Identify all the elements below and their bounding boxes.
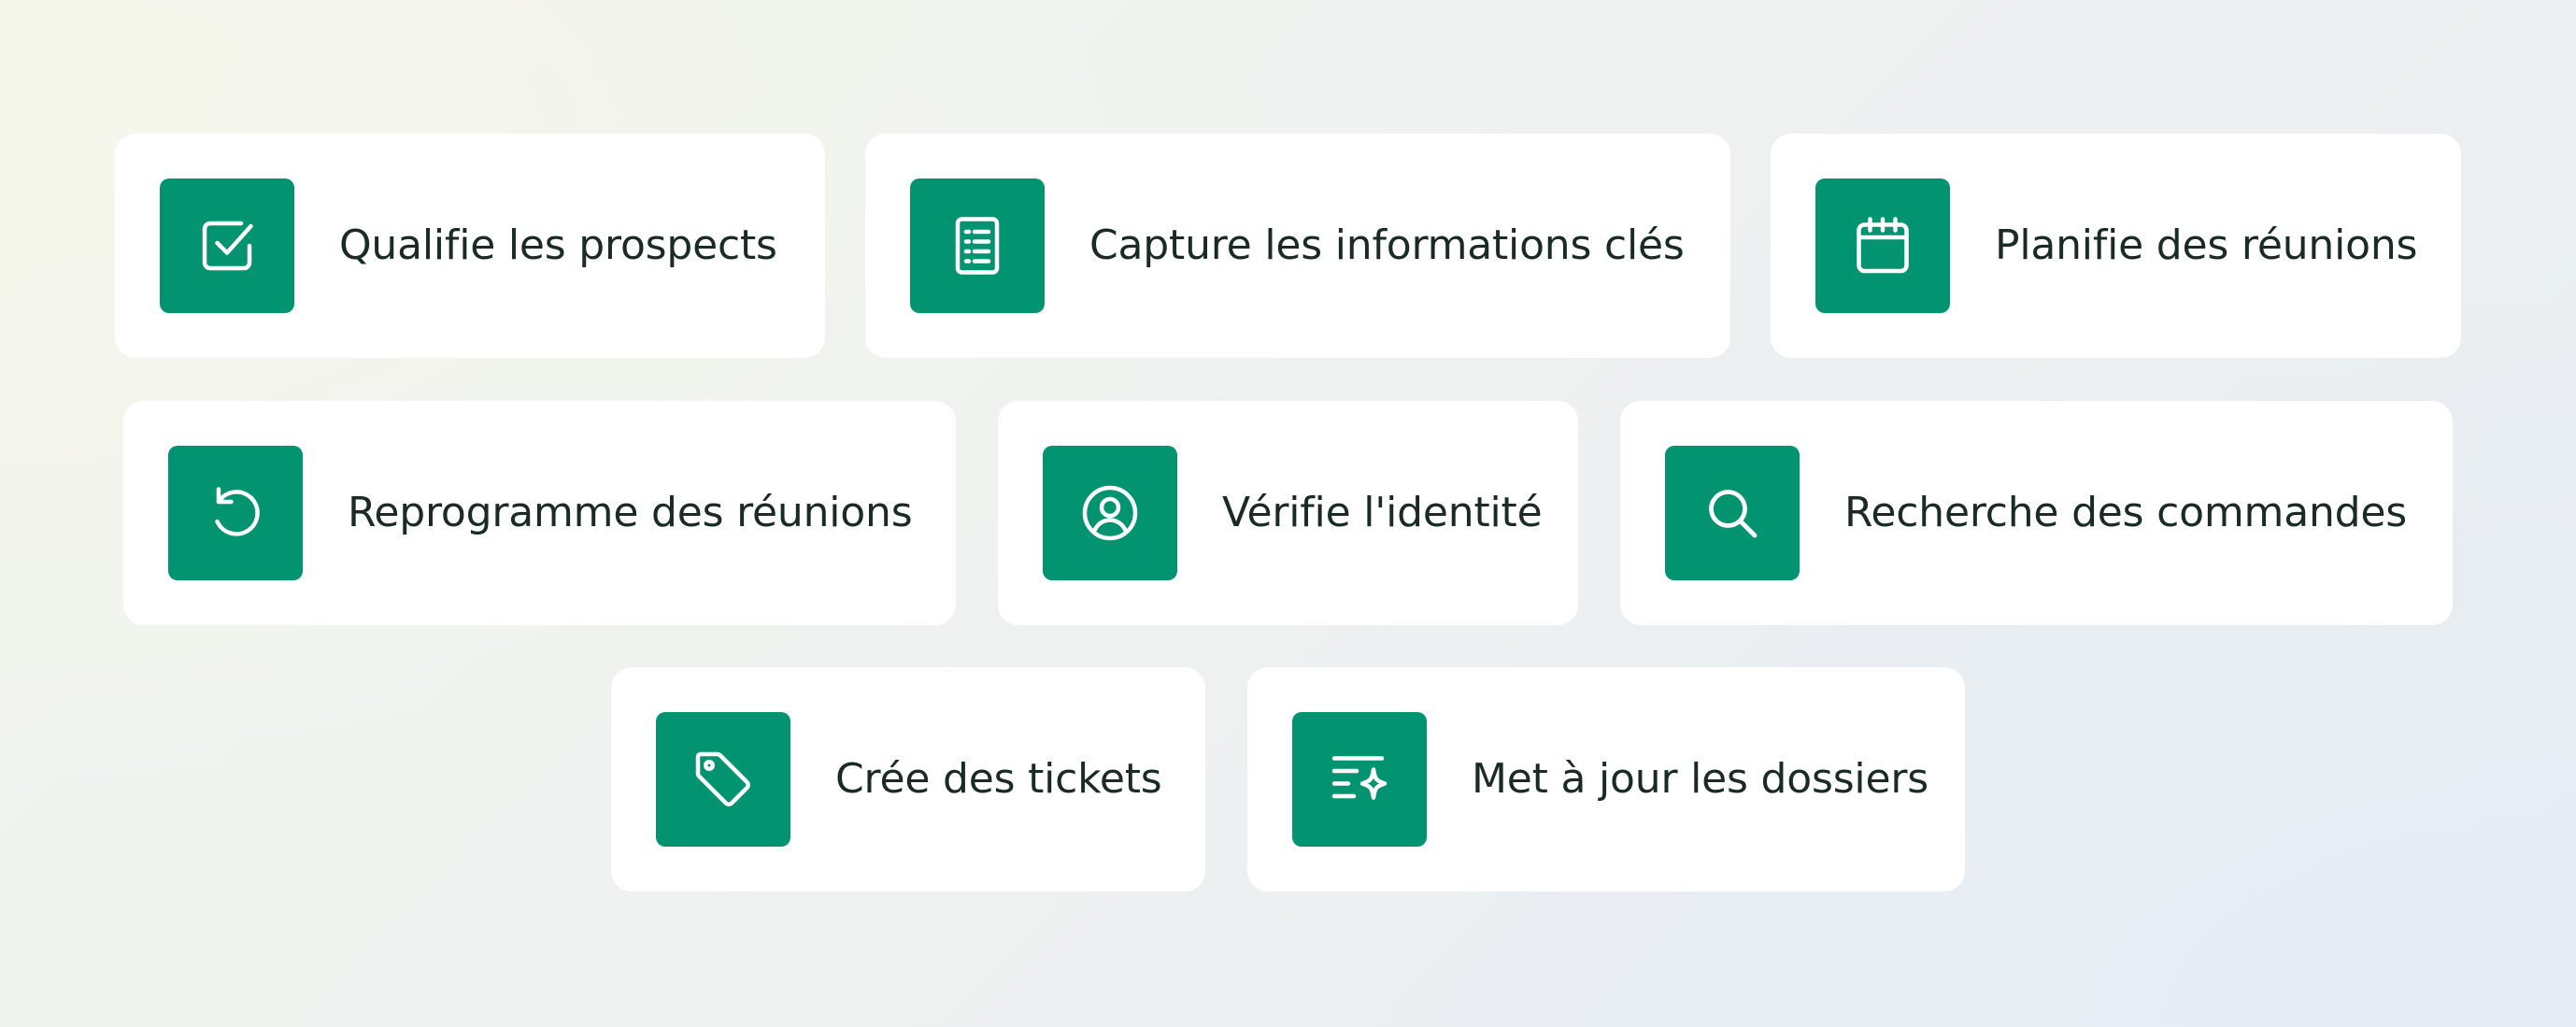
user-circle-icon [1082,485,1138,541]
tag-icon [695,751,750,806]
icon-tile [1043,446,1177,580]
feature-card-search-orders: Recherche des commandes [1620,401,2453,625]
icon-tile [1815,178,1950,313]
feature-label: Crée des tickets [835,755,1162,803]
icon-tile [168,446,303,580]
feature-card-qualify-prospects: Qualifie les prospects [115,134,825,358]
icon-tile [160,178,294,313]
checkbox-icon [202,221,253,271]
icon-tile [1665,446,1800,580]
feature-card-schedule-meetings: Planifie des réunions [1771,134,2461,358]
feature-label: Reprogramme des réunions [348,489,913,536]
feature-label: Planifie des réunions [1995,221,2418,269]
feature-card-create-tickets: Crée des tickets [611,667,1205,891]
calendar-icon [1857,217,1909,274]
document-list-icon [955,217,1000,275]
icon-tile [910,178,1045,313]
feature-card-reschedule-meetings: Reprogramme des réunions [123,401,956,625]
feature-label: Qualifie les prospects [339,221,777,269]
feature-card-capture-info: Capture les informations clés [865,134,1730,358]
icon-tile [656,712,790,847]
reschedule-arrow-icon [215,487,260,536]
feature-label: Vérifie l'identité [1222,489,1543,536]
feature-label: Recherche des commandes [1844,489,2407,536]
feature-label: Met à jour les dossiers [1472,755,1928,803]
feature-label: Capture les informations clés [1089,221,1685,269]
search-icon [1709,490,1758,538]
feature-card-verify-identity: Vérifie l'identité [998,401,1578,625]
feature-card-update-records: Met à jour les dossiers [1247,667,1965,891]
page: { "theme": { "accent": "#029370", "text"… [0,0,2576,1027]
icon-tile [1292,712,1427,847]
sparkle-lines-icon [1331,756,1388,800]
